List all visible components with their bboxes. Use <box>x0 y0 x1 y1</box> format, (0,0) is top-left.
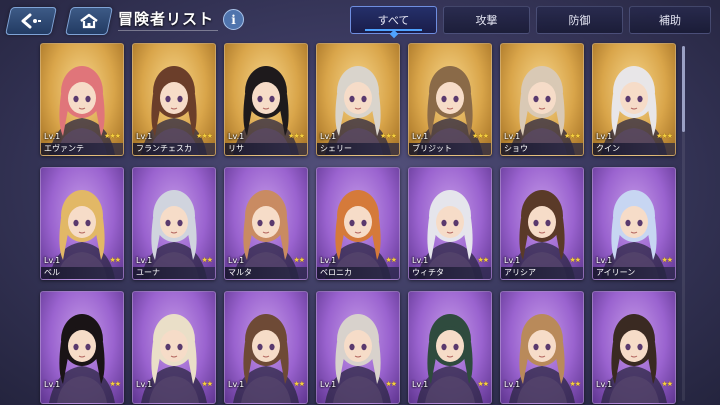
character-level: Lv.1 <box>228 132 245 141</box>
character-level: Lv.1 <box>412 380 429 389</box>
character-name: ベロニカ <box>317 267 399 279</box>
character-level: Lv.1 <box>228 256 245 265</box>
character-level: Lv.1 <box>320 380 337 389</box>
character-card[interactable]: Lv.1 ★★ <box>132 291 216 404</box>
tab-support[interactable]: 補助 <box>629 6 711 34</box>
star-rating-icon: ★★ <box>201 256 213 264</box>
info-button[interactable]: i <box>223 9 244 30</box>
star-rating-icon: ★★★ <box>564 132 581 140</box>
character-card[interactable]: Lv.1 ★★ ベル <box>40 167 124 280</box>
character-name: リサ <box>225 143 307 155</box>
character-card[interactable]: Lv.1 ★★ <box>592 291 676 404</box>
star-rating-icon: ★★ <box>201 380 213 388</box>
character-card[interactable]: Lv.1 ★★ ベロニカ <box>316 167 400 280</box>
character-level: Lv.1 <box>44 256 61 265</box>
tab-attack[interactable]: 攻撃 <box>443 6 530 34</box>
character-level: Lv.1 <box>504 380 521 389</box>
character-level: Lv.1 <box>596 380 613 389</box>
character-name: ベル <box>41 267 123 279</box>
star-rating-icon: ★★ <box>109 380 121 388</box>
back-arrow-icon <box>21 13 41 29</box>
character-card[interactable]: Lv.1 ★★ ウィチタ <box>408 167 492 280</box>
page-title: 冒険者リスト <box>118 10 215 28</box>
character-name: ブリジット <box>409 143 491 155</box>
character-card[interactable]: Lv.1 ★★ アイリーン <box>592 167 676 280</box>
scrollbar-thumb[interactable] <box>682 46 685 132</box>
character-name: ウィチタ <box>409 267 491 279</box>
star-rating-icon: ★★ <box>569 256 581 264</box>
character-level: Lv.1 <box>136 256 153 265</box>
character-level: Lv.1 <box>320 132 337 141</box>
character-card[interactable]: Lv.1 ★★★ ブリジット <box>408 43 492 156</box>
star-rating-icon: ★★★ <box>104 132 121 140</box>
character-name: エヴァンテ <box>41 143 123 155</box>
character-level: Lv.1 <box>320 256 337 265</box>
tab-defense[interactable]: 防御 <box>536 6 623 34</box>
info-icon: i <box>231 12 236 27</box>
character-card[interactable]: Lv.1 ★★★ エヴァンテ <box>40 43 124 156</box>
character-card[interactable]: Lv.1 ★★ <box>40 291 124 404</box>
character-card[interactable]: Lv.1 ★★★ ショウ <box>500 43 584 156</box>
tab-label: 補助 <box>659 14 681 27</box>
star-rating-icon: ★★★ <box>196 132 213 140</box>
character-level: Lv.1 <box>44 132 61 141</box>
star-rating-icon: ★★ <box>385 380 397 388</box>
tab-label: 防御 <box>568 14 591 27</box>
home-icon <box>80 13 98 29</box>
star-rating-icon: ★★ <box>385 256 397 264</box>
character-card[interactable]: Lv.1 ★★ <box>224 291 308 404</box>
character-level: Lv.1 <box>596 132 613 141</box>
title-underline <box>118 30 218 31</box>
star-rating-icon: ★★★ <box>288 132 305 140</box>
character-card[interactable]: Lv.1 ★★ マルタ <box>224 167 308 280</box>
character-name: アイリーン <box>593 267 675 279</box>
character-level: Lv.1 <box>596 256 613 265</box>
character-name: アリシア <box>501 267 583 279</box>
top-bar: 冒険者リスト i すべて 攻撃 防御 補助 <box>0 0 720 39</box>
character-card[interactable]: Lv.1 ★★ アリシア <box>500 167 584 280</box>
character-level: Lv.1 <box>504 256 521 265</box>
character-level: Lv.1 <box>412 132 429 141</box>
character-card[interactable]: Lv.1 ★★ <box>500 291 584 404</box>
character-card[interactable]: Lv.1 ★★ <box>408 291 492 404</box>
home-button[interactable] <box>65 7 113 35</box>
character-level: Lv.1 <box>504 132 521 141</box>
character-card[interactable]: Lv.1 ★★★ シェリー <box>316 43 400 156</box>
star-rating-icon: ★★★ <box>380 132 397 140</box>
tab-label: すべて <box>377 14 410 27</box>
character-level: Lv.1 <box>44 380 61 389</box>
star-rating-icon: ★★ <box>569 380 581 388</box>
star-rating-icon: ★★ <box>293 380 305 388</box>
star-rating-icon: ★★★ <box>472 132 489 140</box>
character-level: Lv.1 <box>136 380 153 389</box>
star-rating-icon: ★★ <box>661 256 673 264</box>
star-rating-icon: ★★ <box>477 380 489 388</box>
star-rating-icon: ★★ <box>661 380 673 388</box>
star-rating-icon: ★★ <box>477 256 489 264</box>
tab-label: 攻撃 <box>475 14 498 27</box>
star-rating-icon: ★★ <box>293 256 305 264</box>
star-rating-icon: ★★ <box>109 256 121 264</box>
character-level: Lv.1 <box>228 380 245 389</box>
character-name: ショウ <box>501 143 583 155</box>
character-card[interactable]: Lv.1 ★★ <box>316 291 400 404</box>
character-name: クイン <box>593 143 675 155</box>
character-name: シェリー <box>317 143 399 155</box>
character-level: Lv.1 <box>136 132 153 141</box>
character-name: ユーナ <box>133 267 215 279</box>
filter-tabs: すべて 攻撃 防御 補助 <box>350 6 720 39</box>
character-card[interactable]: Lv.1 ★★★ クイン <box>592 43 676 156</box>
character-card[interactable]: Lv.1 ★★ ユーナ <box>132 167 216 280</box>
back-button[interactable] <box>5 7 57 35</box>
character-level: Lv.1 <box>412 256 429 265</box>
character-name: マルタ <box>225 267 307 279</box>
tab-all[interactable]: すべて <box>350 6 437 39</box>
tab-active-pin <box>389 29 398 39</box>
character-name: フランチェスカ <box>133 143 215 155</box>
character-card[interactable]: Lv.1 ★★★ リサ <box>224 43 308 156</box>
character-card[interactable]: Lv.1 ★★★ フランチェスカ <box>132 43 216 156</box>
star-rating-icon: ★★★ <box>656 132 673 140</box>
